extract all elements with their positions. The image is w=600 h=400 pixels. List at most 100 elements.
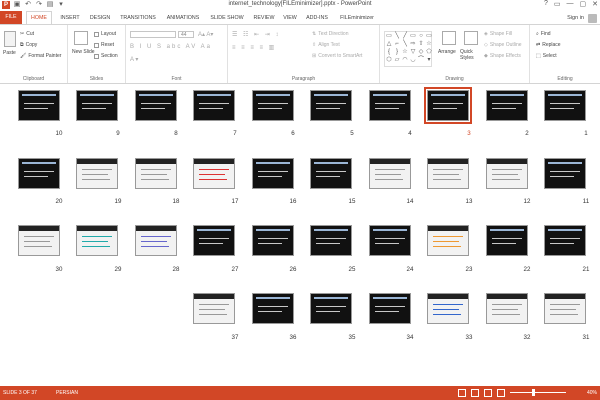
slide-thumbnail[interactable] [427, 225, 469, 256]
slide-thumbnail-selected[interactable] [424, 87, 472, 124]
slide-thumbnail[interactable] [76, 225, 118, 256]
replace-button[interactable]: ⇄ Replace [536, 42, 561, 48]
font-size-input[interactable]: 44 [178, 31, 194, 38]
slide-thumbnail[interactable] [18, 158, 60, 189]
tab-animations[interactable]: ANIMATIONS [162, 12, 204, 24]
find-button[interactable]: ⌕ Find [536, 31, 551, 37]
slide-thumbnail[interactable] [369, 225, 411, 256]
tab-file[interactable]: FILE [0, 11, 22, 24]
paste-icon[interactable] [4, 31, 16, 47]
tab-insert[interactable]: INSERT [56, 12, 84, 24]
slide-thumbnail[interactable] [369, 293, 411, 324]
tab-slide-show[interactable]: SLIDE SHOW [207, 12, 247, 24]
slide-thumbnail[interactable] [76, 90, 118, 121]
maximize-icon[interactable]: ▢ [580, 0, 587, 8]
slide-thumbnail[interactable] [135, 225, 177, 256]
new-slide-icon[interactable] [74, 31, 88, 45]
slideshow-view-icon[interactable] [497, 389, 505, 397]
slide-thumbnail[interactable] [135, 90, 177, 121]
list-buttons[interactable]: ☰ ☷ ⇤ ⇥ ↕ [232, 31, 280, 38]
shape-effects-button[interactable]: ◆ Shape Effects [484, 53, 521, 59]
align-buttons[interactable]: ≡ ≡ ≡ ≡ ▥ [232, 44, 276, 51]
slide-thumbnail[interactable] [310, 90, 352, 121]
tab-add-ins[interactable]: ADD-INS [303, 12, 331, 24]
convert-smartart-button[interactable]: ⊞ Convert to SmartArt [312, 53, 362, 59]
format-painter-button[interactable]: 🖌 Format Painter [20, 53, 61, 59]
normal-view-icon[interactable] [458, 389, 466, 397]
select-button[interactable]: ⬚ Select [536, 53, 557, 59]
section-button[interactable]: Section [94, 53, 118, 59]
zoom-level[interactable]: 40% [587, 390, 597, 396]
font-label: Font [171, 76, 182, 82]
slide-thumbnail[interactable] [310, 158, 352, 189]
copy-button[interactable]: ⧉ Copy [20, 42, 37, 48]
slide-thumbnail[interactable] [252, 90, 294, 121]
slide-thumbnail[interactable] [544, 293, 586, 324]
window-controls: ? ▭ — ▢ ✕ [544, 0, 598, 8]
slide-thumbnail[interactable] [252, 225, 294, 256]
slide-sorter-view-icon[interactable] [471, 389, 479, 397]
align-text-button[interactable]: ⇳ Align Text [312, 42, 340, 48]
tab-view[interactable]: VIEW [280, 12, 300, 24]
slide-thumbnail[interactable] [18, 225, 60, 256]
minimize-icon[interactable]: — [567, 0, 574, 8]
slide-number: 14 [406, 198, 414, 205]
cut-button[interactable]: ✂ Cut [20, 31, 34, 37]
slide-thumbnail[interactable] [193, 293, 235, 324]
help-icon[interactable]: ? [544, 0, 548, 8]
slide-thumbnail[interactable] [427, 158, 469, 189]
quick-styles-icon[interactable] [464, 31, 478, 45]
tab-review[interactable]: REVIEW [250, 12, 278, 24]
quick-styles-button[interactable]: Quick Styles [460, 49, 484, 61]
slide-thumbnail[interactable] [486, 158, 528, 189]
arrange-icon[interactable] [442, 31, 456, 45]
slide-indicator: SLIDE 3 OF 37 [3, 390, 37, 396]
slide-thumbnail[interactable] [544, 90, 586, 121]
font-name-input[interactable] [130, 31, 176, 38]
ribbon-display-icon[interactable]: ▭ [554, 0, 561, 8]
slide-thumbnail[interactable] [193, 225, 235, 256]
tab-design[interactable]: DESIGN [86, 12, 114, 24]
text-direction-button[interactable]: ⇅ Text Direction [312, 31, 349, 37]
shape-fill-button[interactable]: ◈ Shape Fill [484, 31, 512, 37]
slide-thumbnail[interactable] [135, 158, 177, 189]
reading-view-icon[interactable] [484, 389, 492, 397]
avatar[interactable] [588, 14, 597, 23]
slide-thumbnail[interactable] [252, 293, 294, 324]
slide-thumbnail[interactable] [369, 90, 411, 121]
language-indicator[interactable]: PERSIAN [56, 390, 78, 396]
slide-thumbnail[interactable] [544, 225, 586, 256]
slide-thumbnail[interactable] [193, 158, 235, 189]
close-icon[interactable]: ✕ [592, 0, 598, 8]
new-slide-button[interactable]: New Slide [72, 49, 95, 55]
font-color-icon[interactable]: A ▾ [130, 56, 138, 63]
slide-thumbnail[interactable] [310, 293, 352, 324]
slide-thumbnail[interactable] [18, 90, 60, 121]
paste-button[interactable]: Paste [3, 50, 16, 56]
shape-outline-button[interactable]: ◇ Shape Outline [484, 42, 522, 48]
slide-thumbnail[interactable] [486, 293, 528, 324]
slide-thumbnail[interactable] [369, 158, 411, 189]
slide-thumbnail[interactable] [252, 158, 294, 189]
layout-button[interactable]: Layout [94, 31, 116, 37]
shapes-gallery[interactable]: ▭ ╲ ╱ ▭ ○ ▭ △ ⌐ ╲ ⇨ ⇧ ☆ {} ☆ ▽ ◇ ⬠ ⬡ ▱ ◠ ◡ ⌒ ▾ [384, 31, 432, 67]
slide-thumbnail[interactable] [310, 225, 352, 256]
reset-button[interactable]: Reset [94, 42, 114, 48]
zoom-slider[interactable] [510, 392, 566, 393]
font-style-buttons[interactable]: B I U S abc AV Aa [130, 44, 212, 50]
slide-thumbnail[interactable] [76, 158, 118, 189]
sign-in-link[interactable]: Sign in [567, 12, 584, 24]
paragraph-label: Paragraph [291, 76, 316, 82]
tab-fileminimizer[interactable]: FILEminimizer [334, 12, 380, 24]
slide-thumbnail[interactable] [544, 158, 586, 189]
slide-thumbnail[interactable] [486, 90, 528, 121]
arrange-button[interactable]: Arrange [438, 49, 456, 55]
zoom-slider-thumb[interactable] [532, 389, 535, 396]
slide-thumbnail[interactable] [193, 90, 235, 121]
grow-font-icon[interactable]: A▴ A▾ [198, 31, 213, 38]
tab-transitions[interactable]: TRANSITIONS [116, 12, 160, 24]
editing-label: Editing [557, 76, 573, 82]
slide-thumbnail[interactable] [486, 225, 528, 256]
tab-home[interactable]: HOME [26, 11, 52, 24]
slide-thumbnail[interactable] [427, 293, 469, 324]
